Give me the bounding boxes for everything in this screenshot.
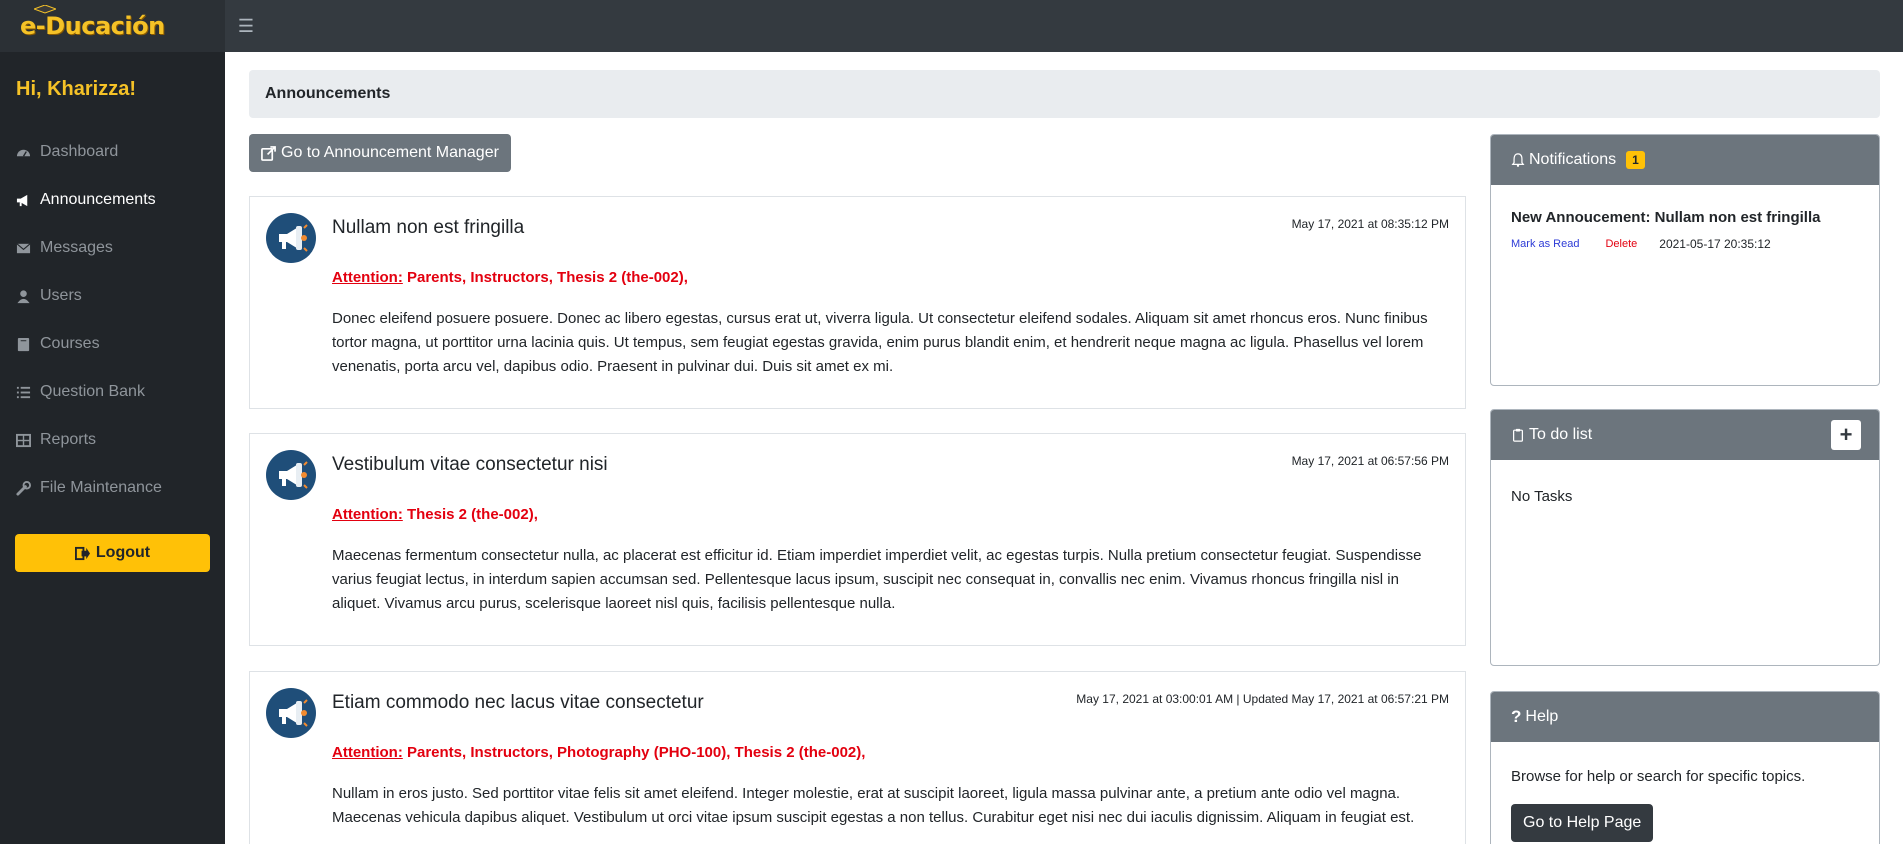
- breadcrumb: Announcements: [249, 70, 1880, 118]
- sidebar-item-label: Dashboard: [40, 143, 119, 160]
- todo-title: To do list: [1529, 426, 1593, 443]
- todo-panel: To do list + No Tasks: [1490, 409, 1880, 666]
- logo-text: e-Ducación: [20, 12, 165, 40]
- sidebar-item-label: Users: [40, 287, 82, 304]
- announcement-date: May 17, 2021 at 08:35:12 PM: [1291, 217, 1449, 231]
- sidebar-item-label: Courses: [40, 335, 100, 352]
- todo-header: To do list +: [1491, 410, 1879, 460]
- app-logo[interactable]: e-Ducación: [20, 5, 165, 40]
- question-icon: ?: [1511, 707, 1522, 726]
- announcement-title: Nullam non est fringilla: [332, 217, 525, 238]
- sidebar: Hi, Kharizza! Dashboard Announcements Me…: [0, 52, 225, 844]
- megaphone-icon: [16, 193, 40, 208]
- todo-empty-text: No Tasks: [1511, 488, 1573, 505]
- announcement-card: Vestibulum vitae consectetur nisi May 17…: [249, 433, 1466, 646]
- announcement-card: Nullam non est fringilla May 17, 2021 at…: [249, 196, 1466, 409]
- attention-line: Attention: Parents, Instructors, Photogr…: [332, 744, 865, 761]
- brand[interactable]: e-Ducación: [0, 0, 225, 52]
- attention-label: Attention:: [332, 744, 403, 761]
- sidebar-item-file-maintenance[interactable]: File Maintenance: [0, 464, 225, 512]
- help-text: Browse for help or search for specific t…: [1511, 768, 1806, 785]
- sidebar-item-label: Question Bank: [40, 383, 145, 400]
- help-panel: ? Help Browse for help or search for spe…: [1490, 691, 1880, 844]
- sidebar-item-label: Announcements: [40, 191, 156, 208]
- sign-out-icon: [74, 546, 90, 560]
- sidebar-item-question-bank[interactable]: Question Bank: [0, 368, 225, 416]
- announcement-body: Nullam in eros justo. Sed porttitor vita…: [332, 785, 1415, 826]
- envelope-icon: [16, 241, 40, 256]
- megaphone-avatar-icon: [266, 213, 316, 263]
- announcement-manager-button[interactable]: Go to Announcement Manager: [249, 134, 511, 172]
- sidebar-item-announcements[interactable]: Announcements: [0, 176, 225, 224]
- user-greeting: Hi, Kharizza!: [16, 78, 137, 100]
- sidebar-item-label: File Maintenance: [40, 479, 162, 496]
- megaphone-avatar-icon: [266, 450, 316, 500]
- announcement-body: Donec eleifend posuere posuere. Donec ac…: [332, 310, 1428, 375]
- logout-button[interactable]: Logout: [15, 534, 210, 572]
- bell-icon: [1511, 153, 1525, 167]
- attention-recipients: Thesis 2 (the-002),: [406, 506, 538, 523]
- announcement-card: Etiam commodo nec lacus vitae consectetu…: [249, 671, 1466, 844]
- book-icon: [16, 337, 40, 352]
- table-icon: [16, 433, 40, 448]
- notification-title: New Annoucement: Nullam non est fringill…: [1511, 209, 1821, 226]
- notifications-title: Notifications: [1529, 151, 1617, 168]
- attention-line: Attention: Thesis 2 (the-002),: [332, 506, 538, 523]
- page-title: Announcements: [265, 85, 391, 102]
- announcement-title: Etiam commodo nec lacus vitae consectetu…: [332, 692, 704, 713]
- sidebar-item-dashboard[interactable]: Dashboard: [0, 128, 225, 176]
- delete-notification-link[interactable]: Delete: [1605, 238, 1637, 250]
- notification-count-badge: 1: [1626, 151, 1645, 169]
- announcement-date: May 17, 2021 at 06:57:56 PM: [1291, 454, 1449, 468]
- wrench-icon: [16, 480, 40, 496]
- menu-toggle-icon[interactable]: ☰: [233, 13, 259, 39]
- sidebar-item-label: Messages: [40, 239, 113, 256]
- attention-label: Attention:: [332, 506, 403, 523]
- attention-recipients: Parents, Instructors, Photography (PHO-1…: [406, 744, 866, 761]
- notifications-header: Notifications 1: [1491, 135, 1879, 185]
- external-link-icon: [261, 145, 276, 161]
- announcement-body: Maecenas fermentum consectetur nulla, ac…: [332, 547, 1422, 612]
- help-page-button[interactable]: Go to Help Page: [1511, 804, 1654, 842]
- sidebar-item-label: Reports: [40, 431, 97, 448]
- sidebar-item-messages[interactable]: Messages: [0, 224, 225, 272]
- megaphone-avatar-icon: [266, 688, 316, 738]
- notification-timestamp: 2021-05-17 20:35:12: [1659, 237, 1771, 251]
- top-navbar: e-Ducación ☰: [0, 0, 1903, 52]
- announcement-date: May 17, 2021 at 03:00:01 AM | Updated Ma…: [1076, 692, 1449, 706]
- logout-label: Logout: [95, 544, 151, 561]
- mark-as-read-link[interactable]: Mark as Read: [1511, 238, 1579, 250]
- list-icon: [16, 385, 40, 400]
- attention-line: Attention: Parents, Instructors, Thesis …: [332, 269, 688, 286]
- help-title: Help: [1525, 708, 1559, 725]
- add-task-button[interactable]: +: [1831, 420, 1861, 450]
- sidebar-item-users[interactable]: Users: [0, 272, 225, 320]
- help-header: ? Help: [1491, 692, 1879, 742]
- sidebar-item-reports[interactable]: Reports: [0, 416, 225, 464]
- announcement-title: Vestibulum vitae consectetur nisi: [332, 454, 608, 475]
- dashboard-icon: [16, 145, 40, 160]
- notifications-panel: Notifications 1 New Annoucement: Nullam …: [1490, 134, 1880, 386]
- graduation-cap-icon: [34, 5, 56, 14]
- notification-actions: Mark as Read Delete 2021-05-17 20:35:12: [1511, 237, 1771, 251]
- sidebar-item-courses[interactable]: Courses: [0, 320, 225, 368]
- attention-recipients: Parents, Instructors, Thesis 2 (the-002)…: [406, 269, 688, 286]
- user-icon: [16, 289, 40, 304]
- clipboard-icon: [1513, 428, 1523, 442]
- manager-button-label: Go to Announcement Manager: [281, 144, 499, 161]
- attention-label: Attention:: [332, 269, 403, 286]
